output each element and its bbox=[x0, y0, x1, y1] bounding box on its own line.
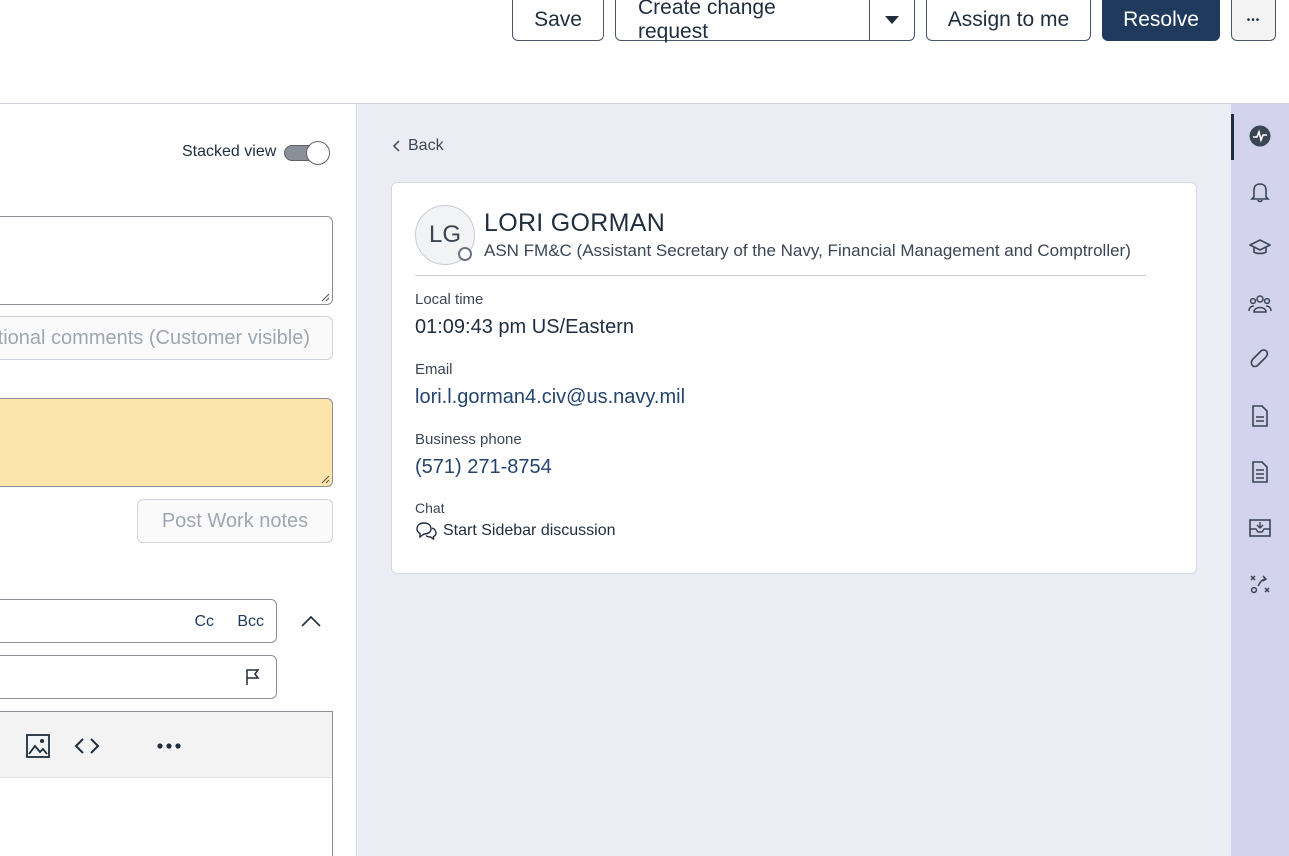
toggle-knob bbox=[306, 141, 330, 165]
create-change-request-dropdown[interactable] bbox=[870, 0, 914, 40]
more-actions-button[interactable]: ••• bbox=[1231, 0, 1276, 41]
email-link[interactable]: lori.l.gorman4.civ@us.navy.mil bbox=[415, 386, 685, 409]
sidebar-rail bbox=[1231, 104, 1289, 856]
flag-icon[interactable] bbox=[244, 668, 262, 686]
group-icon bbox=[1248, 295, 1272, 313]
email-subject-field[interactable] bbox=[0, 655, 277, 699]
back-link[interactable]: Back bbox=[392, 137, 444, 155]
bcc-link[interactable]: Bcc bbox=[237, 613, 264, 631]
presence-indicator bbox=[458, 247, 472, 261]
work-notes-textarea[interactable] bbox=[0, 398, 333, 487]
insert-image-icon[interactable] bbox=[25, 733, 51, 759]
more-options-icon[interactable] bbox=[156, 733, 182, 759]
chevron-left-icon bbox=[392, 140, 400, 152]
save-button[interactable]: Save bbox=[512, 0, 604, 41]
resize-handle-icon[interactable] bbox=[320, 474, 330, 484]
document-lines-icon bbox=[1252, 461, 1268, 483]
resolve-button[interactable]: Resolve bbox=[1102, 0, 1220, 41]
rail-item-inbox[interactable] bbox=[1231, 506, 1289, 550]
divider bbox=[415, 275, 1146, 276]
contact-name: LORI GORMAN bbox=[484, 209, 666, 237]
stacked-view-toggle[interactable] bbox=[284, 141, 330, 165]
email-editor[interactable] bbox=[0, 711, 333, 856]
chevron-up-icon[interactable] bbox=[300, 612, 322, 630]
rail-item-groups[interactable] bbox=[1231, 282, 1289, 326]
start-sidebar-discussion-label: Start Sidebar discussion bbox=[443, 522, 616, 539]
create-change-request-button[interactable]: Create change request bbox=[616, 0, 871, 43]
rail-item-knowledge[interactable] bbox=[1231, 226, 1289, 270]
post-work-notes-button[interactable]: Post Work notes bbox=[137, 499, 333, 543]
graduation-cap-icon bbox=[1249, 239, 1271, 255]
code-icon[interactable] bbox=[74, 733, 100, 759]
create-change-request-split-button: Create change request bbox=[615, 0, 915, 43]
rail-item-attachments[interactable] bbox=[1231, 338, 1289, 382]
bell-icon bbox=[1250, 183, 1270, 203]
email-to-field[interactable]: Cc Bcc bbox=[0, 599, 277, 643]
start-sidebar-discussion-link[interactable]: Start Sidebar discussion bbox=[415, 522, 616, 540]
local-time-label: Local time bbox=[415, 291, 484, 308]
resize-handle-icon[interactable] bbox=[320, 292, 330, 302]
rail-item-agent-assist[interactable] bbox=[1231, 562, 1289, 606]
caret-down-icon bbox=[885, 16, 900, 24]
back-label: Back bbox=[408, 137, 444, 154]
paperclip-icon bbox=[1250, 349, 1269, 368]
agent-assist-icon bbox=[1250, 575, 1270, 594]
editor-toolbar bbox=[0, 712, 332, 778]
rail-item-documents[interactable] bbox=[1231, 394, 1289, 438]
form-pane: Stacked view Additional comments (Custom… bbox=[0, 104, 357, 856]
local-time-value: 01:09:43 pm US/Eastern bbox=[415, 316, 635, 338]
rail-item-activity[interactable] bbox=[1231, 114, 1289, 158]
contact-panel: Back LG LORI GORMAN ASN FM&C (Assistant … bbox=[358, 104, 1231, 856]
email-label: Email bbox=[415, 361, 453, 378]
form-header: Save Create change request Assign to me … bbox=[0, 0, 1289, 104]
comments-textarea[interactable] bbox=[0, 216, 333, 305]
phone-link[interactable]: (571) 271-8754 bbox=[415, 456, 552, 479]
chat-label: Chat bbox=[415, 500, 445, 516]
business-phone-label: Business phone bbox=[415, 431, 522, 448]
contact-department: ASN FM&C (Assistant Secretary of the Nav… bbox=[484, 241, 1131, 260]
chat-bubbles-icon bbox=[416, 522, 437, 540]
contact-card: LG LORI GORMAN ASN FM&C (Assistant Secre… bbox=[391, 182, 1197, 574]
stacked-view-label: Stacked view bbox=[182, 143, 277, 160]
rail-item-records[interactable] bbox=[1231, 450, 1289, 494]
additional-comments-button[interactable]: Additional comments (Customer visible) bbox=[0, 316, 333, 360]
assign-to-me-button[interactable]: Assign to me bbox=[926, 0, 1091, 41]
document-icon bbox=[1252, 405, 1268, 427]
cc-link[interactable]: Cc bbox=[194, 613, 214, 631]
activity-icon bbox=[1249, 125, 1271, 147]
inbox-icon bbox=[1249, 519, 1271, 537]
more-icon: ••• bbox=[1246, 14, 1261, 26]
rail-item-notifications[interactable] bbox=[1231, 170, 1289, 214]
